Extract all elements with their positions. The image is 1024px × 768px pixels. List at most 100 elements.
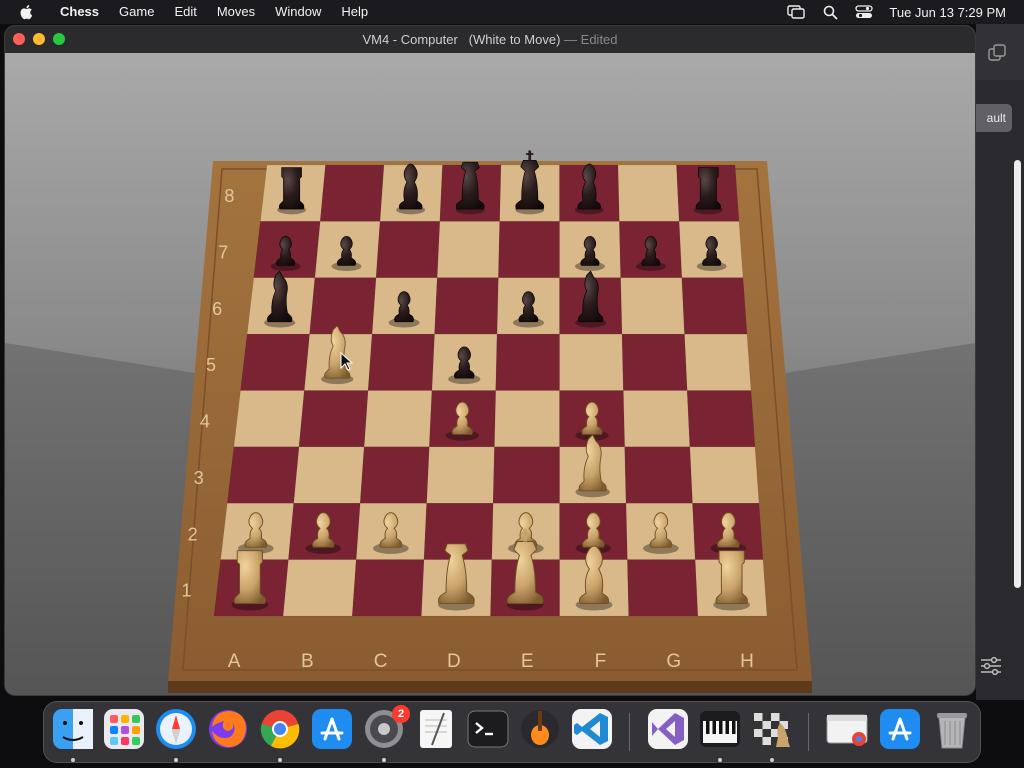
firefox-icon[interactable] [206, 707, 250, 751]
running-indicator [382, 758, 386, 762]
app-store-icon[interactable] [310, 707, 354, 751]
app-store-downloads-icon[interactable] [878, 707, 922, 751]
piano-icon[interactable] [698, 707, 742, 751]
search-icon[interactable] [821, 4, 839, 20]
board-squares [213, 164, 768, 617]
board-square[interactable] [495, 333, 560, 391]
safari-icon[interactable] [154, 707, 198, 751]
board-square[interactable] [686, 390, 756, 448]
chess-scene[interactable]: A B C D E F G H 8 7 6 5 4 3 2 1 [5, 53, 975, 695]
visual-studio-icon[interactable] [646, 707, 690, 751]
rank-label: 4 [200, 412, 210, 432]
board-square[interactable] [375, 221, 441, 278]
menu-moves[interactable]: Moves [207, 0, 265, 24]
rank-label: 6 [212, 299, 222, 319]
rank-label: 5 [206, 355, 216, 375]
background-window: ault [976, 24, 1024, 700]
running-indicator [718, 758, 722, 762]
running-indicator [71, 758, 75, 762]
menu-game[interactable]: Game [109, 0, 164, 24]
board-square[interactable] [282, 559, 357, 617]
rank-label: 1 [181, 581, 191, 601]
textedit-icon[interactable] [414, 707, 458, 751]
board-square[interactable] [623, 390, 691, 448]
board-square[interactable] [494, 390, 560, 448]
chrome-window-icon[interactable] [825, 707, 869, 751]
menu-window[interactable]: Window [265, 0, 331, 24]
chrome-icon[interactable] [258, 707, 302, 751]
board-square[interactable] [498, 221, 560, 278]
window-title-text: VM4 - Computer (White to Move) [362, 32, 561, 47]
rank-label: 3 [194, 468, 204, 488]
file-label: H [740, 651, 754, 672]
vscode-icon[interactable] [570, 707, 614, 751]
board-square[interactable] [367, 333, 435, 391]
default-button[interactable]: ault [976, 104, 1012, 132]
board-square[interactable] [627, 559, 699, 617]
rank-label: 8 [224, 186, 234, 206]
running-indicator [278, 758, 282, 762]
control-center-icon[interactable] [855, 4, 874, 20]
board-square[interactable] [684, 333, 752, 391]
file-label: G [666, 651, 681, 672]
board-square[interactable] [240, 333, 310, 391]
board-square[interactable] [492, 446, 560, 504]
dock-separator [808, 713, 809, 751]
file-label: D [447, 651, 461, 672]
garageband-icon[interactable] [518, 707, 562, 751]
system-settings-icon[interactable]: 2 [362, 705, 410, 751]
board-square[interactable] [617, 164, 680, 222]
menu-edit[interactable]: Edit [164, 0, 206, 24]
board-square[interactable] [359, 446, 430, 504]
terminal-icon[interactable] [466, 707, 510, 751]
launchpad-icon[interactable] [102, 707, 146, 751]
file-label: A [228, 651, 241, 672]
menu-bar: Chess Game Edit Moves Window Help Tue Ju… [0, 0, 1024, 24]
dock: 2 [43, 701, 981, 763]
chess-window: VM4 - Computer (White to Move) — Edited [5, 26, 975, 695]
board-square[interactable] [624, 446, 693, 504]
board-square[interactable] [233, 390, 305, 448]
apple-menu-icon[interactable] [18, 3, 36, 21]
copy-icon[interactable] [988, 44, 1006, 62]
file-label: B [301, 651, 314, 672]
scrollbar-thumb[interactable] [1014, 160, 1021, 588]
board-square[interactable] [226, 446, 300, 504]
window-title: VM4 - Computer (White to Move) — Edited [5, 32, 975, 47]
file-label: C [374, 651, 388, 672]
board-square[interactable] [298, 390, 369, 448]
file-label: F [595, 651, 607, 672]
board-square[interactable] [436, 221, 500, 278]
board-square[interactable] [559, 333, 624, 391]
edited-status: Edited [580, 32, 618, 47]
dock-separator [629, 713, 630, 751]
board-square[interactable] [681, 277, 748, 335]
board-square[interactable] [426, 446, 495, 504]
board-square[interactable] [319, 164, 385, 222]
menu-app-chess[interactable]: Chess [48, 0, 109, 24]
title-separator: — [564, 32, 578, 47]
board-square[interactable] [620, 277, 685, 335]
finder-icon[interactable] [51, 707, 95, 751]
menu-help[interactable]: Help [331, 0, 378, 24]
running-indicator [174, 758, 178, 762]
notification-badge: 2 [392, 705, 410, 723]
board-square[interactable] [363, 390, 433, 448]
status-area: Tue Jun 13 7:29 PM [771, 0, 1006, 24]
running-indicator [770, 758, 774, 762]
file-label: E [521, 651, 534, 672]
board-square[interactable] [434, 277, 499, 335]
board-square[interactable] [351, 559, 425, 617]
chess-icon[interactable] [750, 707, 794, 751]
board-square[interactable] [621, 333, 688, 391]
rank-label: 7 [218, 242, 228, 262]
trash-icon[interactable] [930, 707, 974, 751]
menu-clock[interactable]: Tue Jun 13 7:29 PM [889, 5, 1006, 20]
board-square[interactable] [689, 446, 760, 504]
rank-label: 2 [188, 524, 198, 544]
board-square[interactable] [309, 277, 377, 335]
sliders-icon[interactable] [980, 656, 1002, 676]
window-titlebar[interactable]: VM4 - Computer (White to Move) — Edited [5, 26, 975, 53]
board-square[interactable] [293, 446, 365, 504]
screen-mirroring-icon[interactable] [787, 4, 806, 20]
